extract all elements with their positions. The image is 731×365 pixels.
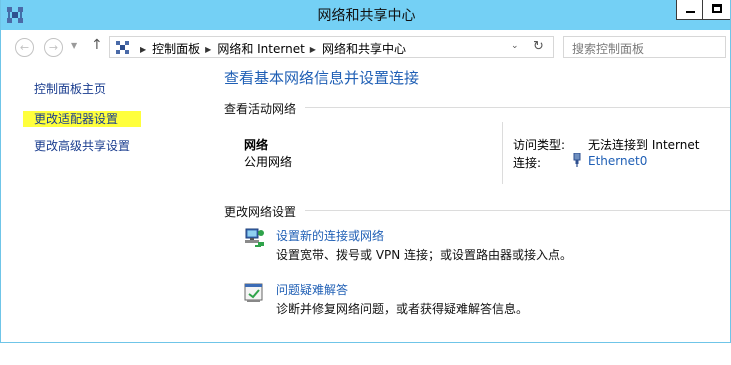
breadcrumb-arrow-icon[interactable]: ▶ bbox=[310, 45, 316, 54]
troubleshoot-description: 诊断并修复网络问题，或者获得疑难解答信息。 bbox=[276, 302, 529, 316]
address-row: ← → ▼ ↑ ▶ 控制面板 ▶ 网络和 Internet ▶ 网络和共享中心 ⌄ bbox=[1, 30, 730, 64]
arrow-up-icon: ↑ bbox=[91, 37, 103, 53]
maximize-button[interactable] bbox=[703, 0, 730, 20]
breadcrumb: ▶ 控制面板 ▶ 网络和 Internet ▶ 网络和共享中心 bbox=[135, 40, 406, 57]
chevron-down-icon: ⌄ bbox=[511, 41, 519, 51]
arrow-right-icon: → bbox=[48, 41, 59, 54]
address-bar[interactable]: ▶ 控制面板 ▶ 网络和 Internet ▶ 网络和共享中心 ⌄ ↻ bbox=[109, 36, 554, 58]
breadcrumb-arrow-icon[interactable]: ▶ bbox=[205, 45, 211, 54]
back-button[interactable]: ← bbox=[15, 38, 34, 57]
forward-button[interactable]: → bbox=[44, 38, 63, 57]
title-bar[interactable]: 网络和共享中心 bbox=[1, 0, 730, 30]
access-type-value: 无法连接到 Internet bbox=[588, 138, 700, 152]
network-setup-icon bbox=[245, 228, 264, 247]
ethernet-icon bbox=[573, 153, 581, 167]
breadcrumb-item-network-internet[interactable]: 网络和 Internet bbox=[217, 42, 304, 56]
arrow-left-icon: ← bbox=[19, 41, 30, 54]
refresh-icon: ↻ bbox=[533, 39, 544, 54]
search-input[interactable]: 搜索控制面板 bbox=[563, 36, 726, 58]
window-title: 网络和共享中心 bbox=[317, 8, 416, 24]
vertical-divider bbox=[502, 122, 503, 184]
network-type: 公用网络 bbox=[244, 155, 293, 169]
network-sharing-center-window: 网络和共享中心 ← → ▼ ↑ ▶ 控制面板 ▶ 网络和 Internet ▶ … bbox=[0, 0, 731, 343]
control-panel-icon bbox=[116, 41, 129, 54]
refresh-button[interactable]: ↻ bbox=[533, 39, 544, 54]
setup-new-connection-link[interactable]: 设置新的连接或网络 bbox=[276, 227, 384, 244]
section-divider bbox=[305, 107, 730, 108]
page-title: 查看基本网络信息并设置连接 bbox=[224, 69, 420, 87]
active-networks-header: 查看活动网络 bbox=[224, 102, 297, 116]
nav-link-change-adapter-settings[interactable]: 更改适配器设置 bbox=[23, 111, 141, 127]
minimize-icon bbox=[686, 11, 695, 13]
up-button[interactable]: ↑ bbox=[91, 37, 103, 53]
nav-link-advanced-sharing-settings[interactable]: 更改高级共享设置 bbox=[34, 137, 130, 154]
breadcrumb-item-network-sharing[interactable]: 网络和共享中心 bbox=[322, 42, 406, 56]
ethernet-connection-link[interactable]: Ethernet0 bbox=[588, 154, 647, 168]
nav-link-control-panel-home[interactable]: 控制面板主页 bbox=[34, 80, 106, 97]
network-name: 网络 bbox=[244, 138, 269, 152]
breadcrumb-item-control-panel[interactable]: 控制面板 bbox=[152, 42, 200, 56]
access-type-label: 访问类型: bbox=[513, 138, 566, 152]
change-settings-header: 更改网络设置 bbox=[224, 205, 297, 219]
address-dropdown-button[interactable]: ⌄ bbox=[511, 41, 519, 51]
section-divider bbox=[305, 210, 730, 211]
recent-pages-dropdown[interactable]: ▼ bbox=[71, 41, 77, 50]
left-nav: 控制面板主页 更改适配器设置 更改高级共享设置 bbox=[1, 64, 201, 342]
maximize-icon bbox=[712, 4, 722, 13]
connection-label: 连接: bbox=[513, 156, 542, 170]
troubleshoot-link[interactable]: 问题疑难解答 bbox=[276, 281, 348, 298]
troubleshoot-icon bbox=[244, 283, 263, 302]
search-placeholder: 搜索控制面板 bbox=[572, 42, 645, 56]
chevron-down-icon: ▼ bbox=[71, 41, 78, 50]
minimize-button[interactable] bbox=[676, 0, 703, 20]
breadcrumb-arrow-icon[interactable]: ▶ bbox=[140, 45, 146, 54]
setup-new-connection-description: 设置宽带、拨号或 VPN 连接；或设置路由器或接入点。 bbox=[276, 248, 573, 262]
